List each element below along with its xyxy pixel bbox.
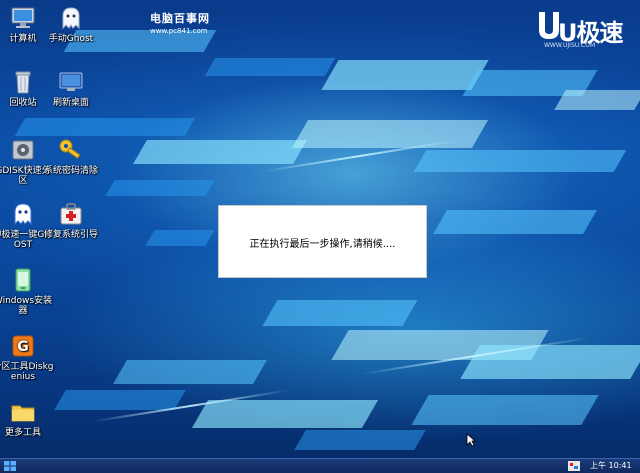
icon-label: 系统密码清除	[43, 166, 98, 176]
wallpaper-tile	[105, 180, 215, 196]
brand-pc841-url: www.pc841.com	[150, 27, 208, 35]
wallpaper-tile	[262, 300, 418, 326]
wallpaper-tile	[291, 120, 489, 148]
wallpaper-tile	[133, 140, 307, 164]
wallpaper-tile	[321, 60, 489, 90]
ghost-icon	[62, 7, 80, 30]
desktop-icon-manual-ghost[interactable]: 手动Ghost	[40, 4, 102, 44]
icon-label: 手动Ghost	[48, 34, 94, 44]
wallpaper-tile	[460, 345, 640, 379]
taskbar-clock[interactable]: 上午 10:41	[590, 460, 632, 472]
wallpaper-tile	[204, 58, 336, 76]
dialog-message: 正在执行最后一步操作,请稍候....	[249, 239, 396, 250]
brand-pc841-title: 电脑百事网	[150, 12, 210, 25]
desktop-icon-refresh-desktop[interactable]: 刷新桌面	[40, 68, 102, 108]
desktop-icon-password-clear[interactable]: 系统密码清除	[40, 136, 102, 176]
brand-ujisu-url: WWW.UJISU.COM	[544, 42, 596, 49]
desktop: 电脑百事网 www.pc841.com U极速 WWW.UJISU.COM 计算…	[0, 0, 640, 458]
refresh-desktop-icon	[59, 72, 83, 91]
wallpaper-tile	[433, 210, 597, 234]
repair-boot-icon	[60, 203, 82, 225]
mouse-cursor-icon	[466, 433, 476, 447]
windows-installer-icon	[15, 268, 31, 292]
desktop-icon-repair-boot[interactable]: 修复系统引导	[40, 200, 102, 240]
icon-label: 刷新桌面	[52, 98, 89, 108]
windows-start-icon[interactable]	[4, 461, 16, 471]
icon-label: 分区工具Diskgenius	[0, 362, 54, 382]
svg-text:G: G	[17, 339, 29, 355]
wallpaper-tile	[191, 400, 379, 428]
desktop-icon-more-tools[interactable]: 更多工具	[0, 398, 54, 438]
icon-label: Windows安装器	[0, 296, 53, 316]
gdisk-icon	[12, 140, 34, 160]
recycle-bin-icon	[15, 71, 31, 94]
ujisu-ghost-icon	[14, 203, 32, 226]
wallpaper-tile	[413, 150, 627, 172]
icon-label: 更多工具	[4, 428, 41, 438]
wallpaper-tile	[294, 430, 426, 450]
wallpaper-tile	[554, 90, 640, 110]
taskbar: 上午 10:41	[0, 458, 640, 473]
wallpaper-tile	[411, 395, 599, 425]
wallpaper-tile	[145, 230, 215, 246]
folder-icon	[11, 405, 35, 422]
wallpaper-tile	[54, 390, 186, 410]
desktop-icon-diskgenius[interactable]: G 分区工具Diskgenius	[0, 332, 54, 382]
desktop-icon-windows-installer[interactable]: Windows安装器	[0, 266, 54, 316]
brand-pc841: 电脑百事网 www.pc841.com	[150, 10, 210, 35]
computer-icon	[11, 7, 35, 28]
wallpaper-tile	[14, 118, 196, 136]
wallpaper-tile	[113, 360, 267, 384]
diskgenius-icon: G	[12, 335, 34, 357]
key-icon	[59, 139, 81, 159]
tray-network-icon[interactable]	[568, 461, 580, 471]
progress-dialog: 正在执行最后一步操作,请稍候....	[218, 205, 427, 278]
icon-label: 修复系统引导	[43, 230, 98, 240]
